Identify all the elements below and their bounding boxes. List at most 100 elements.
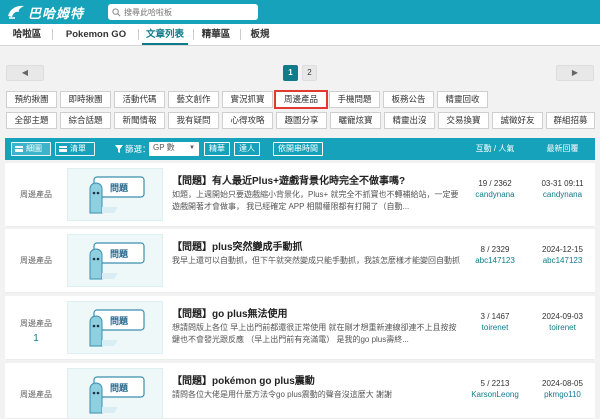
category-guide[interactable]: 心得攻略: [222, 112, 273, 129]
category-all[interactable]: 全部主題: [6, 112, 57, 129]
category-art[interactable]: 藝文創作: [168, 91, 219, 108]
table-row[interactable]: 周邊產品 問題 【問題】有人最近Plus+遊戲背景化時完全不做事嗎? 如題，上週…: [5, 163, 595, 227]
row-last-reply: 03-31 09:11 candynana: [530, 179, 595, 199]
row-category: 周邊產品: [5, 229, 67, 293]
thumbnail[interactable]: 問題: [67, 234, 163, 287]
post-title[interactable]: 【問題】pokémon go plus震動: [172, 372, 462, 387]
question-thumbnail-icon: 問題: [89, 242, 145, 280]
table-row[interactable]: 周邊產品 問題 【問題】pokémon go plus震動 請問各位大佬是用什麼…: [5, 363, 595, 419]
row-category-label: 周邊產品: [20, 390, 52, 399]
stats-column-header: 互動 / 人氣: [475, 144, 515, 153]
view-detail-button[interactable]: 細圖: [11, 142, 51, 156]
thumbnail[interactable]: 問題: [67, 168, 163, 221]
jinghua-filter-button[interactable]: 精華: [204, 142, 230, 156]
post-title[interactable]: 【問題】plus突然變成手動抓: [172, 238, 462, 253]
next-page-button[interactable]: ▶: [556, 65, 594, 81]
tab-article-list[interactable]: 文章列表: [142, 24, 188, 45]
table-row[interactable]: 周邊產品 1 問題 【問題】go plus無法使用 想請問版上各位 早上出門前都…: [5, 296, 595, 360]
tab-hala[interactable]: 哈啦區: [6, 24, 48, 45]
row-category-label: 周邊產品: [20, 256, 52, 265]
search-box[interactable]: [108, 4, 258, 20]
category-yuyue[interactable]: 預約揪團: [6, 91, 57, 108]
category-trade[interactable]: 交易換寶: [438, 112, 489, 129]
tab-rules[interactable]: 板規: [246, 24, 274, 45]
category-show-off[interactable]: 曬寵炫寶: [330, 112, 381, 129]
category-news[interactable]: 新聞情報: [114, 112, 165, 129]
last-reply-user[interactable]: pkmgo110: [530, 390, 595, 399]
tab-featured[interactable]: 精華區: [198, 24, 234, 45]
category-general[interactable]: 綜合話題: [60, 112, 111, 129]
post-title[interactable]: 【問題】go plus無法使用: [172, 305, 462, 320]
row-last-reply: 2024-12-15 abc147123: [530, 245, 595, 265]
thumbnail[interactable]: 問題: [67, 368, 163, 418]
row-category-label: 周邊產品: [20, 319, 52, 328]
top-bar: 巴哈姆特: [0, 0, 600, 24]
question-thumbnail-icon: 問題: [89, 309, 145, 347]
site-logo[interactable]: 巴哈姆特: [6, 3, 84, 21]
category-live-catch[interactable]: 實況抓寶: [222, 91, 273, 108]
table-row[interactable]: 周邊產品 問題 【問題】plus突然變成手動抓 我早上還可以自動抓，但下午就突然…: [5, 229, 595, 293]
interaction-count: 3 / 1467: [480, 312, 510, 321]
post-excerpt: 我早上還可以自動抓，但下午就突然變成只能手動抓，我該怎麼樣才能變回自動抓: [172, 256, 460, 265]
search-input[interactable]: [124, 7, 254, 17]
category-phone-issue[interactable]: 手機問題: [329, 91, 380, 108]
nav-divider: [193, 29, 194, 40]
last-reply-time: 2024-08-05: [542, 379, 583, 388]
list-view-icon: [59, 146, 67, 152]
interaction-count: 19 / 2362: [478, 179, 512, 188]
daren-filter-button[interactable]: 達人: [234, 142, 260, 156]
category-fun-pic[interactable]: 趣圖分享: [276, 112, 327, 129]
thumbnail[interactable]: 問題: [67, 301, 163, 354]
chevron-down-icon: ▼: [189, 145, 195, 151]
logo-text: 巴哈姆特: [28, 5, 85, 21]
post-excerpt: 如題，上週開始只要遊戲縮小背景化，Plus+ 就完全不抓寶也不轉補給站，一定要遊…: [172, 190, 459, 211]
category-question[interactable]: 我有疑問: [168, 112, 219, 129]
author-link[interactable]: toirenet: [460, 323, 530, 332]
filter-select[interactable]: GP 數 ▼: [149, 142, 199, 156]
tab-pokemon-go[interactable]: Pokemon GO: [58, 24, 134, 45]
last-reply-column-header: 最新回覆: [546, 144, 579, 153]
question-thumbnail-icon: 問題: [89, 376, 145, 414]
page-2-button[interactable]: 2: [302, 65, 317, 81]
post-title[interactable]: 【問題】有人最近Plus+遊戲背景化時完全不做事嗎?: [172, 172, 462, 187]
author-link[interactable]: abc147123: [460, 256, 530, 265]
author-link[interactable]: candynana: [460, 190, 530, 199]
thumb-label: 問題: [110, 249, 129, 259]
last-reply-user[interactable]: toirenet: [530, 323, 595, 332]
row-last-reply: 2024-08-05 pkmgo110: [530, 379, 595, 399]
category-event-code[interactable]: 活動代碼: [114, 91, 165, 108]
category-recycle[interactable]: 精靈回收: [437, 91, 488, 108]
row-category: 周邊產品 1: [5, 296, 67, 360]
filter-icon: [115, 145, 123, 153]
category-board-notice[interactable]: 板務公告: [383, 91, 434, 108]
row-category: 周邊產品: [5, 163, 67, 227]
nav-divider: [52, 29, 53, 40]
sort-time-button[interactable]: 依開串時間: [273, 142, 323, 156]
view-list-button[interactable]: 清單: [55, 142, 95, 156]
question-thumbnail-icon: 問題: [89, 176, 145, 214]
post-excerpt: 想請問版上各位 早上出門前都還很正常使用 就在剛才想重新連線卻連不上且按按鍵也不…: [172, 323, 457, 344]
board-nav: 哈啦區 Pokemon GO 文章列表 精華區 板規: [0, 24, 600, 46]
category-spawn[interactable]: 精靈出沒: [384, 112, 435, 129]
category-merchandise[interactable]: 周邊產品: [274, 90, 328, 109]
post-excerpt: 請問各位大佬是用什麼方法令go plus震動的聲音沒這麼大 謝謝: [172, 390, 393, 399]
last-reply-time: 2024-09-03: [542, 312, 583, 321]
row-stats: 5 / 2213 KarsonLeong: [460, 379, 530, 399]
filter-select-value: GP 數: [153, 143, 175, 152]
prev-page-button[interactable]: ◀: [6, 65, 44, 81]
category-groups[interactable]: 群組招募: [546, 112, 595, 129]
category-jishi[interactable]: 即時揪團: [60, 91, 111, 108]
row-last-reply: 2024-09-03 toirenet: [530, 312, 595, 332]
last-reply-user[interactable]: candynana: [530, 190, 595, 199]
author-link[interactable]: KarsonLeong: [460, 390, 530, 399]
last-reply-user[interactable]: abc147123: [530, 256, 595, 265]
category-friends[interactable]: 誠徵好友: [492, 112, 543, 129]
page-1-button[interactable]: 1: [283, 65, 298, 81]
row-category: 周邊產品: [5, 363, 67, 418]
interaction-count: 5 / 2213: [480, 379, 510, 388]
nav-divider: [138, 29, 139, 40]
thumb-label: 問題: [110, 383, 129, 393]
view-detail-label: 細圖: [26, 144, 42, 153]
view-list-label: 清單: [70, 144, 86, 153]
dragon-logo-icon: [8, 5, 24, 19]
